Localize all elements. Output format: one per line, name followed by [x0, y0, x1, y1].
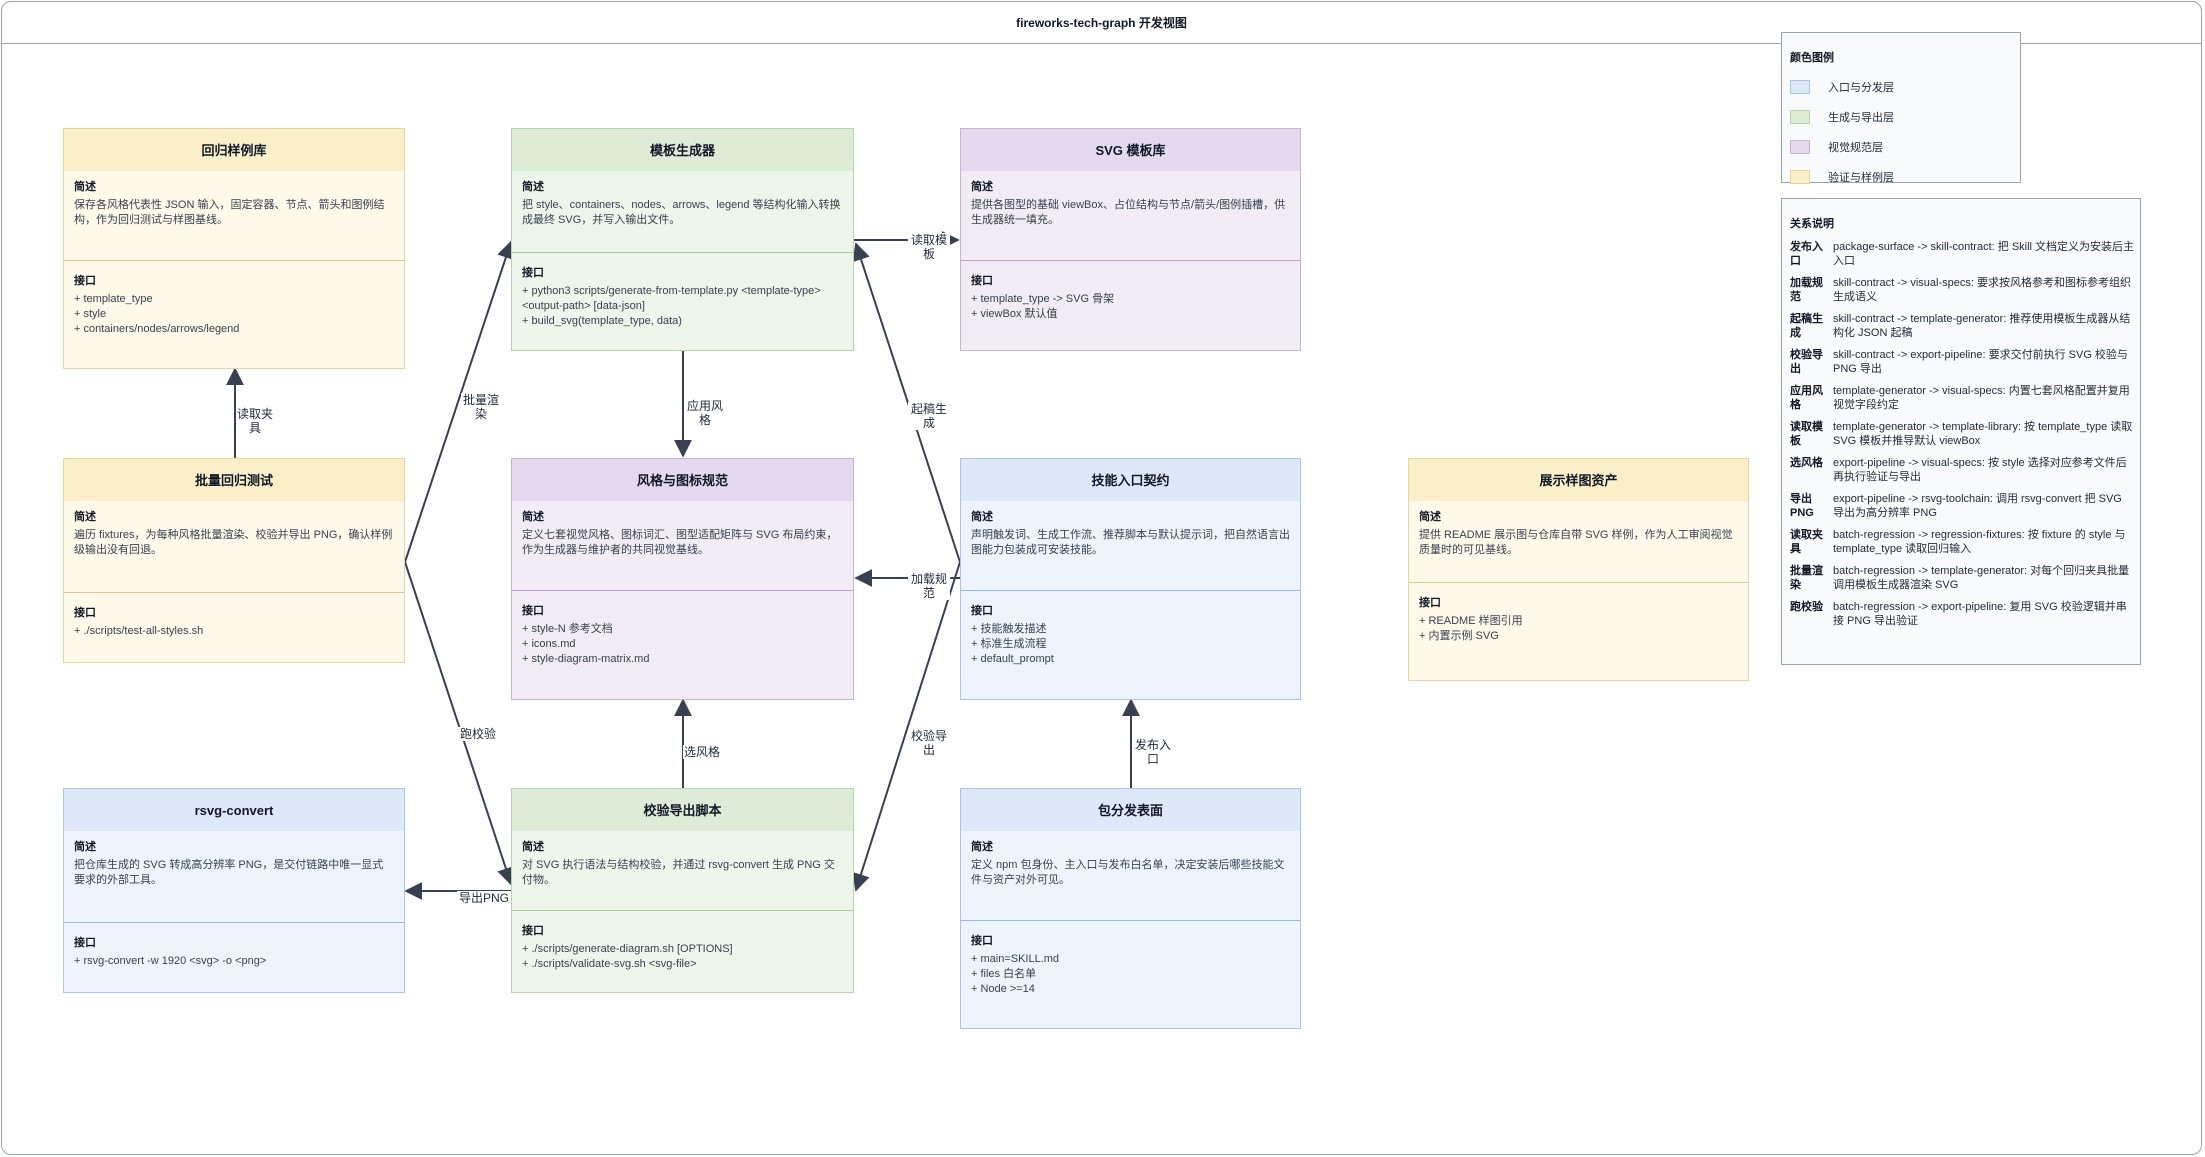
edge-run-validate [404, 561, 515, 886]
edge-label-load-spec: 加载规 范 [908, 572, 950, 600]
node-title: rsvg-convert [64, 789, 404, 831]
relation-item: 导出PNG export-pipeline -> rsvg-toolchain: … [1790, 493, 2122, 519]
edge-label-read-fixture: 读取夹 具 [236, 407, 274, 435]
legend-item: 入口与分发层 [1790, 79, 1894, 95]
relation-item: 批量渲染 batch-regression -> template-generat… [1790, 565, 2130, 591]
node-regression-fixtures[interactable]: 回归样例库 简述 保存各风格代表性 JSON 输入，固定容器、节点、箭头和图例结构… [63, 128, 405, 369]
legend-title: 颜色图例 [1790, 52, 1834, 64]
node-divider [64, 592, 404, 593]
node-title: 风格与图标规范 [512, 459, 853, 501]
node-divider [1409, 582, 1748, 583]
node-divider [512, 590, 853, 591]
relation-item: 选风格 export-pipeline -> visual-specs: 按 st… [1790, 457, 2127, 483]
relation-item: 发布入口 package-surface -> skill-contract: 把… [1790, 241, 2135, 267]
node-title: 校验导出脚本 [512, 789, 853, 831]
edge-label-draft-generate: 起稿生 成 [908, 402, 950, 430]
relation-item: 跑校验 batch-regression -> export-pipeline: … [1790, 601, 2127, 627]
node-divider [961, 920, 1300, 921]
node-title: 批量回归测试 [64, 459, 404, 501]
node-divider [64, 260, 404, 261]
relation-item: 起稿生成 skill-contract -> template-generator… [1790, 313, 2131, 339]
node-title: 技能入口契约 [961, 459, 1300, 501]
node-title: SVG 模板库 [961, 129, 1300, 171]
relation-item: 读取模板 template-generator -> template-libra… [1790, 421, 2133, 447]
node-divider [961, 260, 1300, 261]
legend-item: 生成与导出层 [1790, 109, 1894, 125]
node-batch-regression[interactable]: 批量回归测试 简述 遍历 fixtures，为每种风格批量渲染、校验并导出 PNG… [63, 458, 405, 663]
node-template-library[interactable]: SVG 模板库 简述 提供各图型的基础 viewBox、占位结构与节点/箭头/图例… [960, 128, 1301, 351]
node-visual-specs[interactable]: 风格与图标规范 简述 定义七套视觉风格、图标词汇、图型适配矩阵与 SVG 布局约束… [511, 458, 854, 700]
edge-label-read-template: 读取模 板 [908, 233, 950, 261]
edge-label-publish-entry: 发布入 口 [1133, 738, 1173, 766]
node-template-generator[interactable]: 模板生成器 简述把 style、containers、nodes、arrows、… [511, 128, 854, 351]
legend-item: 验证与样例层 [1790, 169, 1894, 185]
edge-validate-export [852, 561, 961, 892]
edge-label-apply-style: 应用风 格 [686, 399, 724, 427]
edge-label-export-png: 导出PNG [457, 891, 511, 905]
node-title: 展示样图资产 [1409, 459, 1748, 501]
relations-panel: 关系说明 发布入口 package-surface -> skill-contra… [1781, 198, 2141, 665]
node-export-pipeline[interactable]: 校验导出脚本 简述对 SVG 执行语法与结构校验，并通过 rsvg-conver… [511, 788, 854, 993]
node-title: 回归样例库 [64, 129, 404, 171]
legend-swatch [1790, 110, 1810, 124]
node-showcase-assets[interactable]: 展示样图资产 简述 提供 README 展示图与仓库自带 SVG 样例，作为人工审… [1408, 458, 1749, 681]
relation-item: 加载规范 skill-contract -> visual-specs: 要求按风… [1790, 277, 2131, 303]
node-divider [961, 590, 1300, 591]
edge-label-validate-export: 校验导 出 [908, 729, 950, 757]
node-title: 包分发表面 [961, 789, 1300, 831]
node-divider [512, 910, 853, 911]
legend-item: 视觉规范层 [1790, 139, 1883, 155]
relation-item: 读取夹具 batch-regression -> regression-fixtu… [1790, 529, 2126, 555]
edge-label-select-style: 选风格 [683, 745, 721, 759]
edge-label-batch-render: 批量渲 染 [461, 393, 501, 421]
legend-swatch [1790, 170, 1810, 184]
node-rsvg-toolchain[interactable]: rsvg-convert 简述 把仓库生成的 SVG 转成高分辨率 PNG，是交付… [63, 788, 405, 993]
relations-title: 关系说明 [1790, 218, 1834, 230]
node-title: 模板生成器 [512, 129, 853, 171]
color-legend: 颜色图例 入口与分发层 生成与导出层 视觉规范层 验证与样例层 [1781, 32, 2021, 185]
node-package-surface[interactable]: 包分发表面 简述 定义 npm 包身份、主入口与发布白名单，决定安装后哪些技能文件… [960, 788, 1301, 1029]
relation-item: 校验导出 skill-contract -> export-pipeline: 要… [1790, 349, 2128, 375]
legend-swatch [1790, 80, 1810, 94]
node-skill-contract[interactable]: 技能入口契约 简述 声明触发词、生成工作流、推荐脚本与默认提示词，把自然语言出图能… [960, 458, 1301, 700]
edge-label-run-validate: 跑校验 [458, 727, 498, 741]
relation-item: 应用风格 template-generator -> visual-specs: … [1790, 385, 2130, 411]
legend-swatch [1790, 140, 1810, 154]
node-divider [512, 252, 853, 253]
node-divider [64, 922, 404, 923]
